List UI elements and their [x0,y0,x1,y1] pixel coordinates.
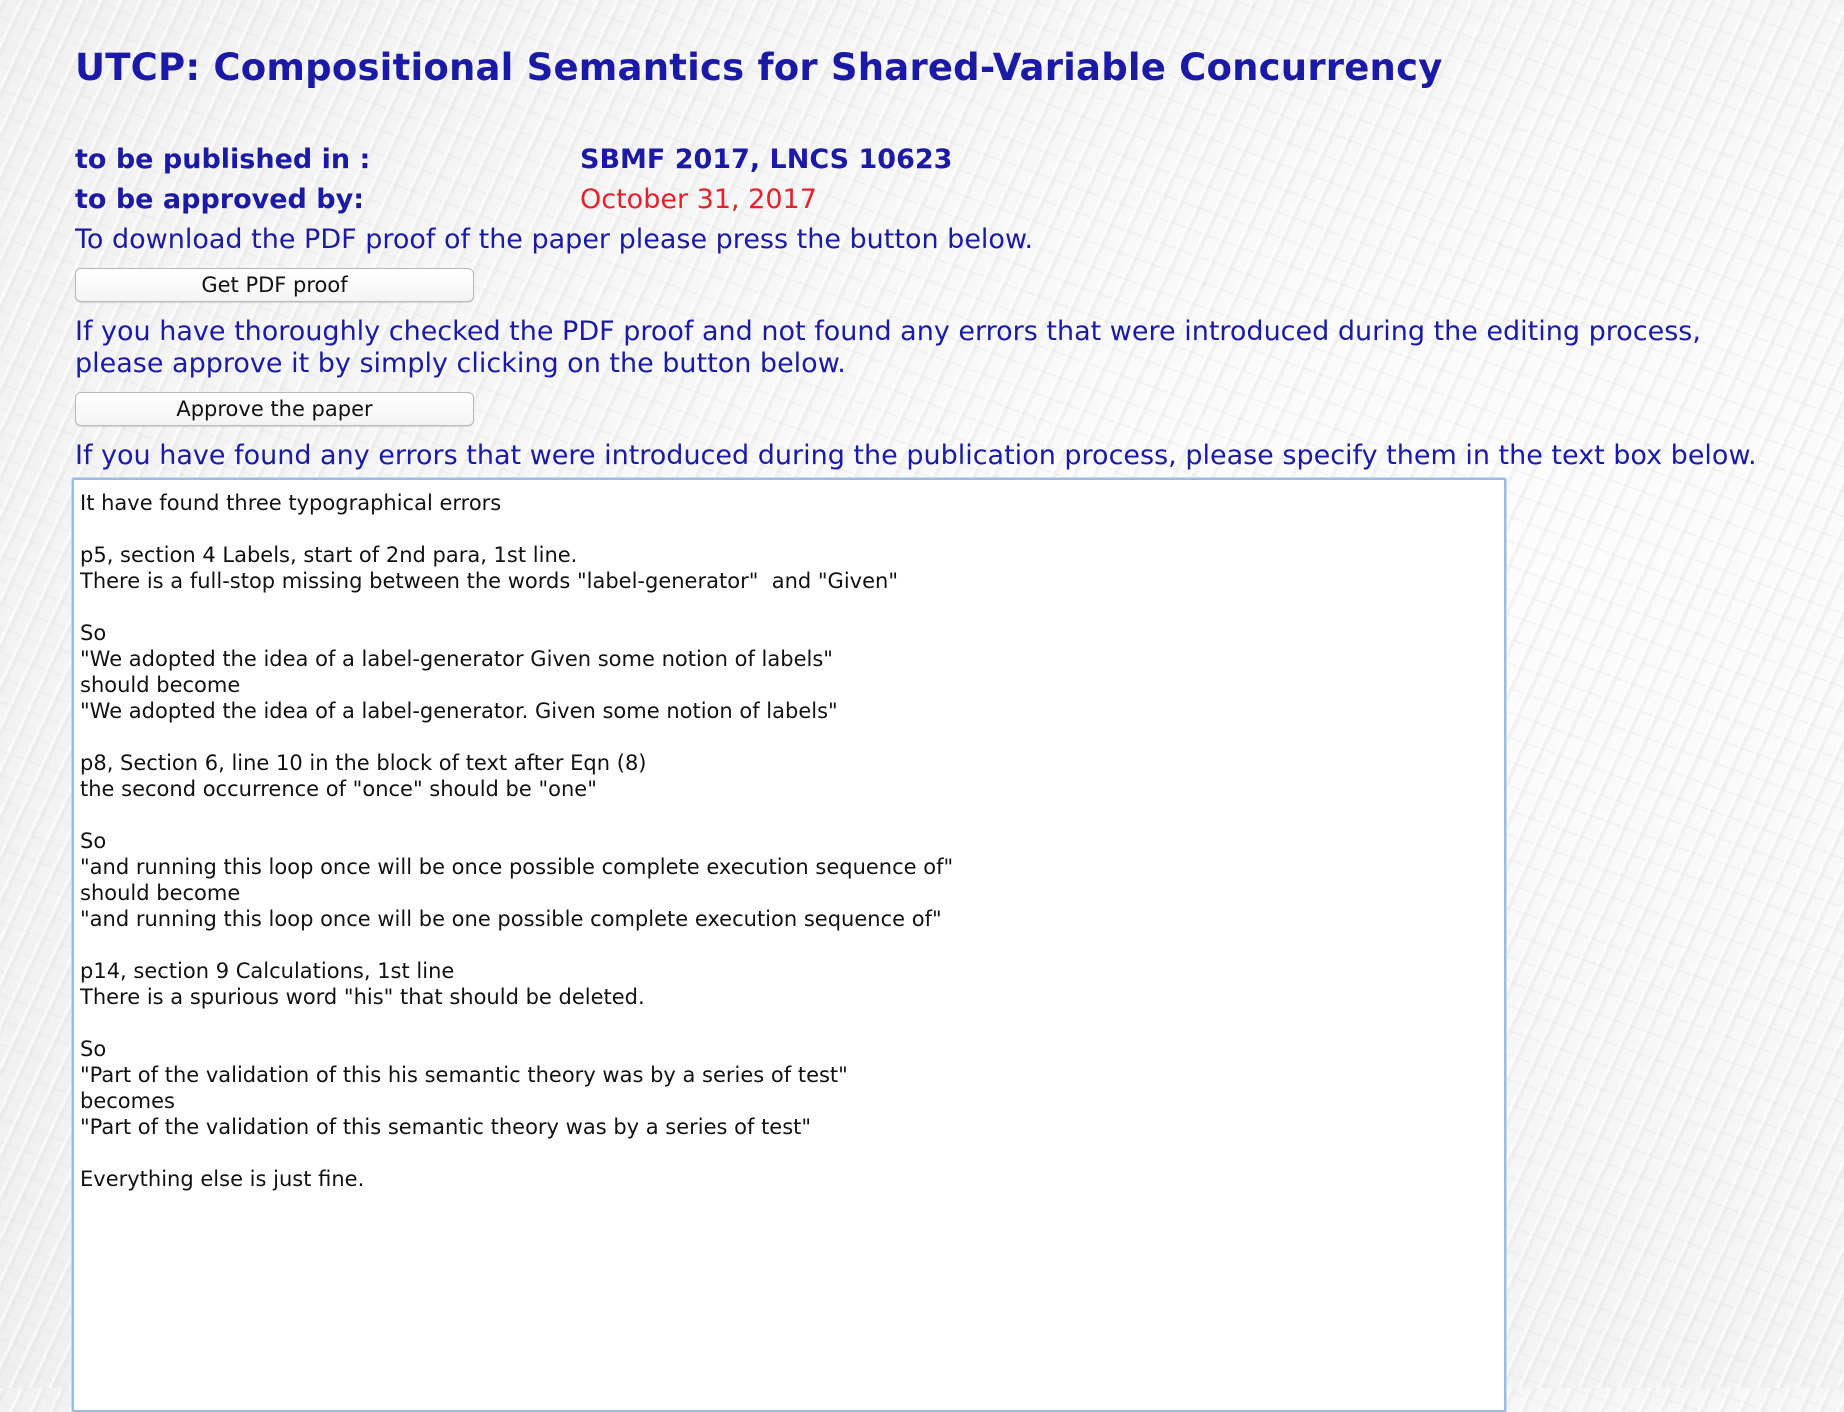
published-in-label: to be published in : [75,144,371,175]
error-report-container: It have found three typographical errors… [72,478,1506,1412]
approved-by-label: to be approved by: [75,184,364,215]
get-pdf-proof-button[interactable]: Get PDF proof [75,268,474,302]
errors-instruction: If you have found any errors that were i… [75,440,1757,471]
page-title: UTCP: Compositional Semantics for Shared… [75,46,1443,89]
approve-paper-button[interactable]: Approve the paper [75,392,474,426]
published-in-value: SBMF 2017, LNCS 10623 [580,144,953,175]
download-instruction: To download the PDF proof of the paper p… [75,224,1034,255]
approval-deadline: October 31, 2017 [580,184,817,215]
error-report-textarea[interactable]: It have found three typographical errors… [74,480,1504,1410]
published-in-row: to be published in : SBMF 2017, LNCS 1062… [75,144,952,175]
approve-instruction: If you have thoroughly checked the PDF p… [75,316,1701,379]
approved-by-row: to be approved by: October 31, 2017 [75,184,817,215]
